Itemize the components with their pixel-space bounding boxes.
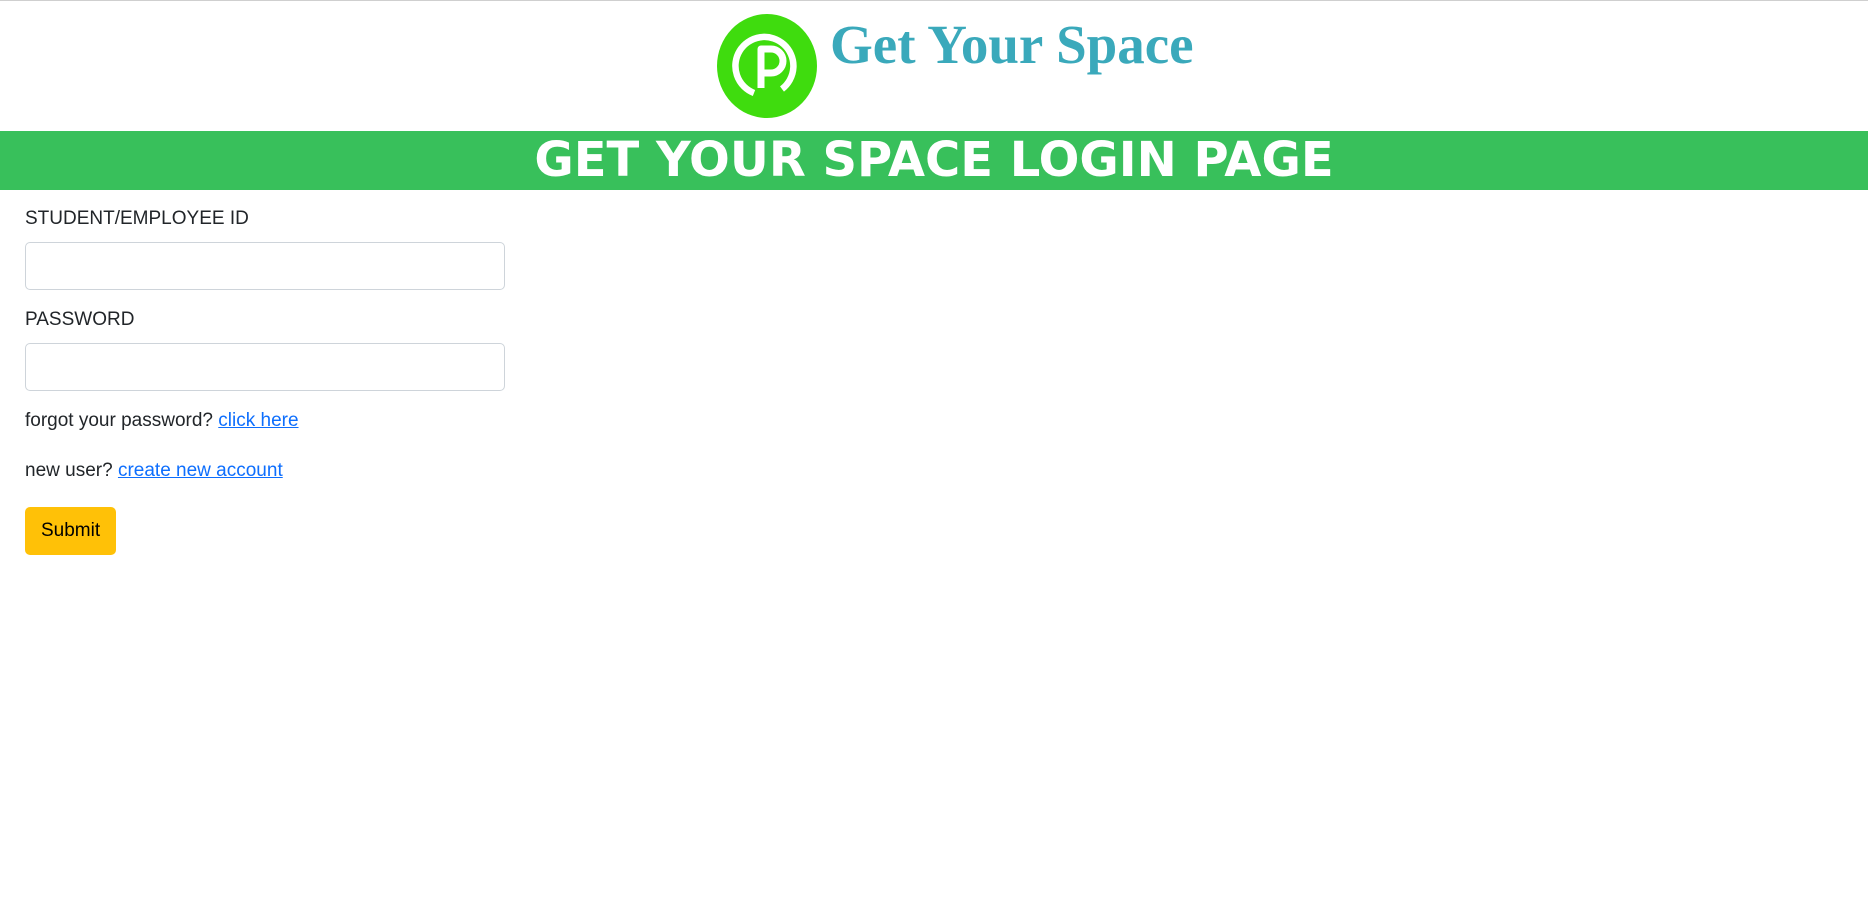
id-field-label: STUDENT/EMPLOYEE ID xyxy=(25,208,249,229)
submit-button[interactable]: Submit xyxy=(25,507,117,555)
forgot-password-line: forgot your password? click here xyxy=(25,407,505,435)
page-banner: GET YOUR SPACE LOGIN PAGE xyxy=(0,131,1868,190)
login-form: STUDENT/EMPLOYEE ID PASSWORD forgot your… xyxy=(25,205,505,555)
new-user-line: new user? create new account xyxy=(25,457,505,485)
password-field-label: PASSWORD xyxy=(25,309,135,330)
parking-logo-icon xyxy=(716,13,818,119)
page-title: GET YOUR SPACE LOGIN PAGE xyxy=(534,132,1334,188)
forgot-password-link[interactable]: click here xyxy=(218,410,298,431)
id-input[interactable] xyxy=(25,242,505,290)
brand-header: Get Your Space xyxy=(0,1,1868,131)
password-input[interactable] xyxy=(25,343,505,391)
new-user-text: new user? xyxy=(25,460,113,481)
site-title: Get Your Space xyxy=(830,14,1194,75)
create-account-link[interactable]: create new account xyxy=(118,460,283,481)
forgot-password-text: forgot your password? xyxy=(25,410,213,431)
